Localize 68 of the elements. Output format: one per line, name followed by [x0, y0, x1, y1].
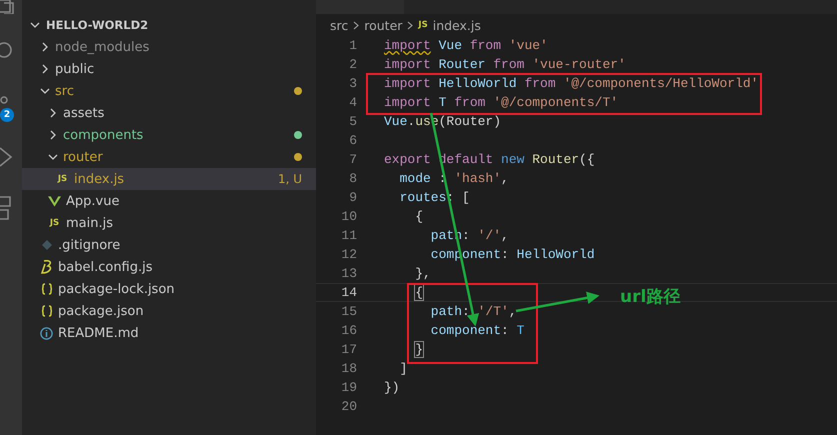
code-line: ]: [398, 361, 408, 376]
breadcrumb-item[interactable]: router: [364, 18, 402, 32]
annotation-label: url路径: [620, 286, 680, 308]
file-tree-item[interactable]: assets: [22, 102, 316, 124]
code-line: {: [414, 209, 424, 224]
code-line: import Router from 'vue-router': [384, 57, 626, 72]
line-number: 8: [348, 171, 357, 186]
vue-file-icon: [48, 196, 61, 206]
explorer-section-header[interactable]: HELLO-WORLD2: [22, 14, 316, 36]
line-number: 14: [340, 285, 357, 300]
line-number: 12: [340, 247, 357, 262]
code-line: }): [384, 380, 400, 395]
file-tree-item[interactable]: public: [22, 58, 316, 80]
breadcrumb-item[interactable]: src: [330, 18, 348, 32]
code-line: component: T: [430, 323, 524, 338]
file-tree-item[interactable]: package.json: [22, 300, 316, 322]
code-line: path: '/T',: [430, 304, 517, 319]
code-line: import T from '@/components/T': [384, 95, 618, 110]
line-number: 4: [348, 95, 357, 110]
js-file-icon: JS: [58, 174, 68, 184]
run-icon[interactable]: [0, 146, 14, 168]
line-number: 1: [348, 38, 357, 53]
line-number: 2: [348, 57, 357, 72]
line-number: 6: [348, 133, 357, 148]
code-line: },: [414, 266, 431, 281]
line-number: 11: [340, 228, 357, 243]
line-number: 9: [348, 190, 357, 205]
file-tree-item[interactable]: JS main.js: [22, 212, 316, 234]
line-number: 7: [348, 152, 357, 167]
braces-icon: [40, 305, 52, 317]
braces-icon: [40, 283, 52, 295]
file-tree-item[interactable]: package-lock.json: [22, 278, 316, 300]
info-icon: [40, 326, 53, 340]
code-line: {: [414, 285, 424, 300]
breadcrumb-item[interactable]: index.js: [432, 18, 481, 32]
line-number: 13: [340, 266, 357, 281]
code-line: }: [414, 342, 424, 357]
file-tree-item[interactable]: node_modules: [22, 36, 316, 58]
line-number: 16: [340, 323, 357, 338]
file-tree-item[interactable]: README.md: [22, 322, 316, 344]
line-number: 20: [340, 399, 357, 414]
line-number: 10: [340, 209, 357, 224]
search-icon[interactable]: [0, 40, 14, 60]
js-file-icon: JS: [418, 20, 428, 30]
extensions-icon[interactable]: [0, 196, 14, 220]
file-tree-item[interactable]: App.vue: [22, 190, 316, 212]
file-tree-item[interactable]: components: [22, 124, 316, 146]
line-number: 15: [340, 304, 357, 319]
file-tree-item[interactable]: src: [22, 80, 316, 102]
file-tree-item[interactable]: .gitignore: [22, 234, 316, 256]
diamond-icon: [42, 240, 52, 250]
line-number: 18: [340, 361, 357, 376]
file-tree-item[interactable]: babel.config.js: [22, 256, 316, 278]
line-number: 3: [348, 76, 357, 91]
line-number: 17: [340, 342, 357, 357]
babel-file-icon: [40, 260, 52, 274]
code-line: import HelloWorld from '@/components/HelloWorld': [384, 76, 758, 91]
git-status-label: 1, U: [278, 172, 302, 186]
chevron-icon: [407, 20, 414, 30]
notification-badge: 2: [0, 108, 14, 122]
files-icon[interactable]: [0, 0, 14, 14]
code-line: import Vue from 'vue': [384, 38, 548, 53]
line-number: 19: [340, 380, 357, 395]
js-file-icon: JS: [50, 218, 60, 228]
file-tree-item[interactable]: router: [22, 146, 316, 168]
line-number: 5: [348, 114, 357, 129]
chevron-icon: [353, 20, 360, 30]
file-tree-item[interactable]: JS index.js 1, U: [22, 168, 316, 190]
